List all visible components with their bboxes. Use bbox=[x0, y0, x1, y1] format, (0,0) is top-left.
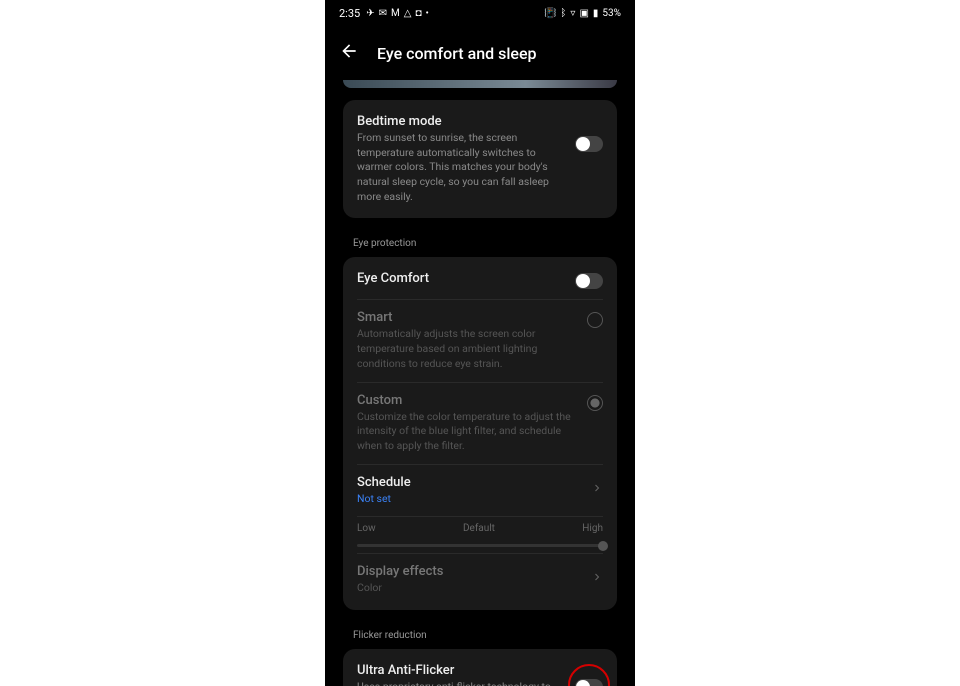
eye-comfort-row[interactable]: Eye Comfort bbox=[357, 261, 603, 299]
chevron-right-icon bbox=[591, 479, 603, 498]
cast-icon: ▣ bbox=[579, 8, 588, 19]
app-icon: ◘ bbox=[415, 8, 421, 19]
custom-title: Custom bbox=[357, 393, 577, 408]
slider-label-default: Default bbox=[463, 523, 495, 534]
bedtime-mode-card: Bedtime mode From sunset to sunrise, the… bbox=[343, 100, 617, 218]
mail-icon: ✉ bbox=[379, 8, 387, 19]
slider-label-high: High bbox=[582, 523, 603, 534]
intensity-slider[interactable] bbox=[357, 544, 603, 547]
chevron-right-icon bbox=[591, 568, 603, 587]
preview-image-strip bbox=[343, 80, 617, 88]
flicker-reduction-section-label: Flicker reduction bbox=[343, 624, 617, 649]
ultra-anti-flicker-card: Ultra Anti-Flicker Uses proprietary anti… bbox=[343, 649, 617, 686]
bluetooth-icon: ᛒ bbox=[560, 8, 566, 19]
bedtime-title: Bedtime mode bbox=[357, 114, 565, 129]
smart-radio[interactable] bbox=[587, 312, 603, 328]
slider-thumb[interactable] bbox=[598, 541, 608, 551]
eye-comfort-title: Eye Comfort bbox=[357, 271, 565, 286]
custom-desc: Customize the color temperature to adjus… bbox=[357, 410, 577, 454]
wifi-icon: ▿ bbox=[570, 8, 575, 19]
ultra-anti-flicker-toggle[interactable] bbox=[575, 679, 603, 686]
display-effects-row[interactable]: Display effects Color bbox=[357, 553, 603, 606]
battery-icon: ▮ bbox=[593, 8, 599, 19]
eye-comfort-toggle[interactable] bbox=[575, 273, 603, 289]
back-button[interactable] bbox=[339, 41, 359, 65]
intensity-slider-area: Low Default High bbox=[357, 516, 603, 547]
schedule-title: Schedule bbox=[357, 475, 581, 490]
custom-row[interactable]: Custom Customize the color temperature t… bbox=[357, 382, 603, 464]
status-bar: 2:35 ✈ ✉ M △ ◘ • 📳 ᛒ ▿ ▣ ▮ 53% bbox=[325, 0, 635, 26]
ultra-title: Ultra Anti-Flicker bbox=[357, 663, 565, 678]
telegram-icon: ✈ bbox=[366, 8, 374, 19]
bedtime-desc: From sunset to sunrise, the screen tempe… bbox=[357, 131, 565, 204]
phone-frame: 2:35 ✈ ✉ M △ ◘ • 📳 ᛒ ▿ ▣ ▮ 53% Eye comfo… bbox=[325, 0, 635, 686]
custom-radio[interactable] bbox=[587, 395, 603, 411]
status-time: 2:35 bbox=[339, 7, 360, 20]
display-effects-value: Color bbox=[357, 581, 581, 596]
battery-percent: 53% bbox=[602, 8, 621, 19]
status-notification-icons: ✈ ✉ M △ ◘ • bbox=[366, 8, 429, 19]
smart-desc: Automatically adjusts the screen color t… bbox=[357, 327, 577, 371]
dot-icon: • bbox=[425, 8, 428, 19]
vibrate-icon: 📳 bbox=[544, 8, 556, 19]
drive-icon: △ bbox=[404, 8, 412, 19]
eye-protection-section-label: Eye protection bbox=[343, 232, 617, 257]
ultra-desc: Uses proprietary anti-flicker technology… bbox=[357, 680, 565, 686]
bedtime-toggle[interactable] bbox=[575, 136, 603, 152]
slider-label-low: Low bbox=[357, 523, 376, 534]
smart-title: Smart bbox=[357, 310, 577, 325]
smart-row[interactable]: Smart Automatically adjusts the screen c… bbox=[357, 299, 603, 381]
eye-protection-card: Eye Comfort Smart Automatically adjusts … bbox=[343, 257, 617, 610]
settings-content: Bedtime mode From sunset to sunrise, the… bbox=[325, 80, 635, 686]
gmail-icon: M bbox=[391, 8, 400, 19]
display-effects-title: Display effects bbox=[357, 564, 581, 579]
schedule-row[interactable]: Schedule Not set bbox=[357, 464, 603, 517]
page-title: Eye comfort and sleep bbox=[377, 44, 537, 63]
schedule-value: Not set bbox=[357, 492, 581, 507]
app-bar: Eye comfort and sleep bbox=[325, 26, 635, 80]
